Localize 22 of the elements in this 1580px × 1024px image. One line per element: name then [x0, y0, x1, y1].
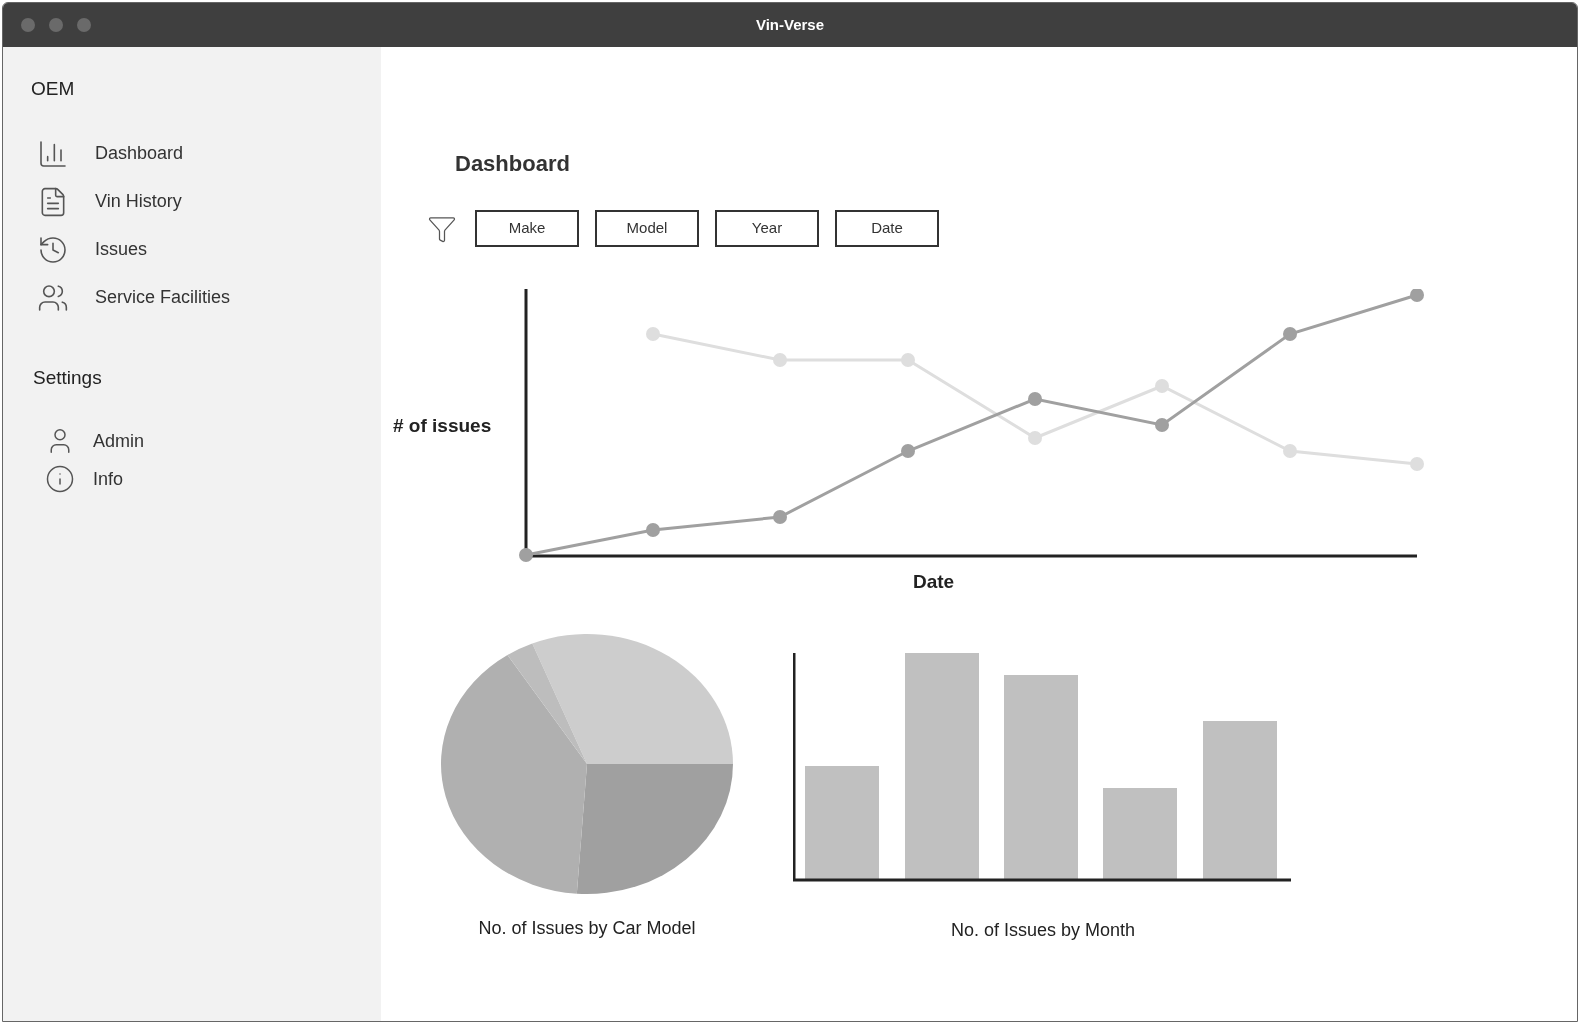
sidebar-item[interactable]: Service Facilities [95, 284, 231, 311]
page-title: Dashboard [455, 150, 571, 178]
sidebar-heading: OEM [31, 77, 76, 101]
filter-button[interactable]: Model [595, 210, 699, 247]
window-control-icon[interactable] [49, 18, 63, 32]
chart-caption: No. of Issues by Car Model [478, 916, 696, 940]
filter-button[interactable]: Make [475, 210, 579, 247]
axis-label: # of issues [393, 414, 493, 439]
window-title: Vin-Verse [755, 14, 825, 35]
window-control-icon[interactable] [21, 18, 35, 32]
filter-button[interactable]: Year [715, 210, 819, 247]
sidebar-heading: Settings [32, 365, 103, 390]
sidebar-item[interactable]: Admin [93, 427, 145, 455]
sidebar-item[interactable]: Info [93, 465, 124, 493]
info-icon [45, 464, 75, 494]
sidebar-item[interactable]: Issues [95, 236, 148, 263]
axis-label: Date [913, 570, 955, 594]
window-control-icon[interactable] [77, 18, 91, 32]
sidebar-item[interactable]: Vin History [95, 188, 182, 215]
sidebar-item[interactable]: Dashboard [95, 140, 184, 167]
filter-button[interactable]: Date [835, 210, 939, 247]
chart-caption: No. of Issues by Month [950, 918, 1136, 942]
